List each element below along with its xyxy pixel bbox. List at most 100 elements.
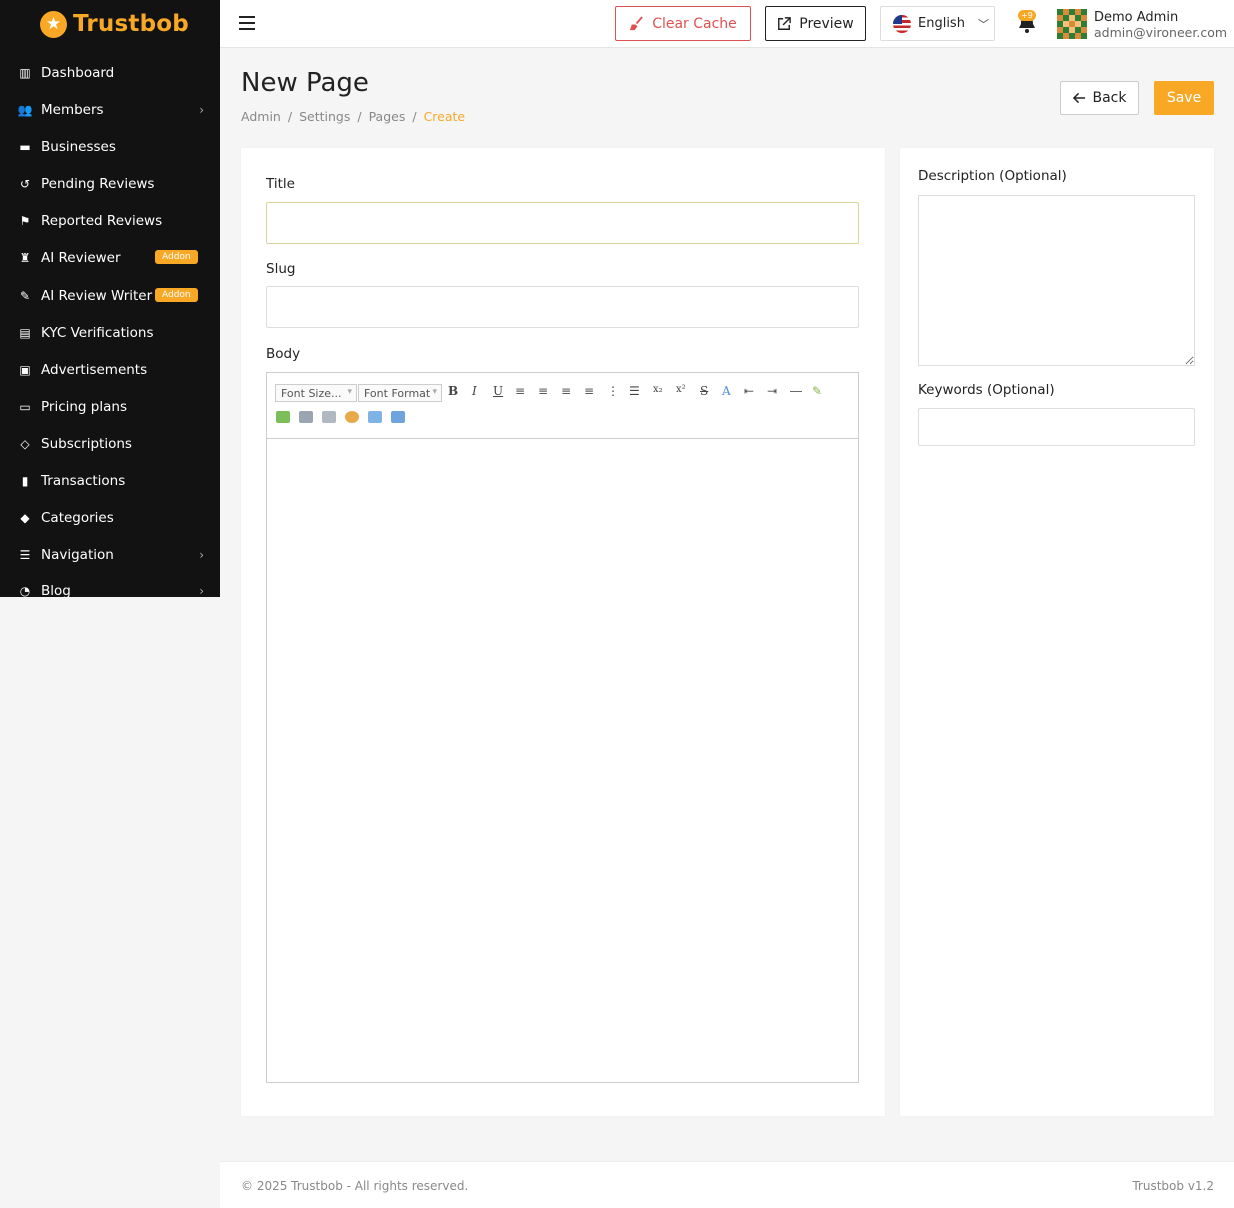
paste-text-icon[interactable] xyxy=(368,411,382,423)
keywords-input[interactable] xyxy=(918,408,1195,446)
description-textarea[interactable] xyxy=(918,195,1195,366)
user-email: admin@vironeer.com xyxy=(1094,25,1228,40)
sidebar-item-label: Navigation xyxy=(41,547,114,563)
users-icon: 👥 xyxy=(17,103,33,117)
list-icon: ☰ xyxy=(19,548,31,562)
horizontal-rule-icon[interactable]: ― xyxy=(790,384,802,398)
history-icon: ↺ xyxy=(19,177,31,191)
user-name[interactable]: Demo Admin xyxy=(1094,10,1178,25)
sidebar-item-kyc-verifications[interactable]: ▤ KYC Verifications xyxy=(0,318,220,348)
align-left-icon[interactable]: ≡ xyxy=(515,384,525,398)
sidebar-item-label: KYC Verifications xyxy=(41,325,154,341)
avatar-pixel xyxy=(1081,33,1087,39)
id-card-icon: ▤ xyxy=(19,326,31,340)
align-right-icon[interactable]: ≡ xyxy=(561,384,571,398)
sidebar-item-label: Advertisements xyxy=(41,362,148,378)
indent-icon[interactable]: ⇥ xyxy=(767,384,777,398)
version-text: Trustbob v1.2 xyxy=(1132,1179,1214,1193)
language-select[interactable]: English ﹀ xyxy=(880,6,995,41)
title-input[interactable] xyxy=(266,202,859,244)
ad-icon: ▣ xyxy=(19,363,31,377)
italic-icon[interactable]: I xyxy=(472,384,477,398)
sidebar-item-label: AI Review Writer xyxy=(41,288,153,304)
sidebar-item-ai-reviewer[interactable]: ♜ AI Reviewer Addon xyxy=(0,243,220,273)
rss-icon: ◔ xyxy=(19,584,31,597)
breadcrumb-settings[interactable]: Settings xyxy=(299,109,350,124)
font-format-placeholder: Font Format xyxy=(364,386,431,400)
editor-content-area[interactable] xyxy=(267,439,858,1083)
align-justify-icon[interactable]: ≡ xyxy=(584,384,594,398)
breadcrumb-admin[interactable]: Admin xyxy=(241,109,281,124)
external-link-icon xyxy=(778,16,792,30)
outdent-icon[interactable]: ⇤ xyxy=(744,384,754,398)
sidebar-item-label: Pending Reviews xyxy=(41,176,155,192)
star-icon: ★ xyxy=(40,10,67,38)
footer: © 2025 Trustbob - All rights reserved. T… xyxy=(220,1161,1234,1208)
unlink-icon[interactable] xyxy=(322,411,336,423)
sidebar-item-dashboard[interactable]: ▥ Dashboard xyxy=(0,58,220,88)
body-editor: Font Size... ▾ Font Format ▾ B I U ≡ ≡ ≡ ≡… xyxy=(266,372,859,1083)
menu-toggle-icon[interactable] xyxy=(239,16,255,30)
sidebar-item-members[interactable]: 👥 Members › xyxy=(0,95,220,125)
breadcrumb-current: Create xyxy=(423,109,466,124)
strikethrough-icon[interactable]: S xyxy=(700,384,708,398)
subscript-icon[interactable]: x₂ xyxy=(653,384,663,395)
pricing-icon: ▭ xyxy=(19,400,31,414)
align-center-icon[interactable]: ≡ xyxy=(538,384,548,398)
brand-name: Trustbob xyxy=(73,11,189,37)
breadcrumb-separator: / xyxy=(287,109,293,124)
sidebar-item-pricing-plans[interactable]: ▭ Pricing plans xyxy=(0,392,220,422)
broom-icon xyxy=(630,16,644,31)
editor-toolbar: Font Size... ▾ Font Format ▾ B I U ≡ ≡ ≡ ≡… xyxy=(267,373,858,439)
chevron-down-icon: ▾ xyxy=(432,387,437,397)
insert-image-icon[interactable] xyxy=(276,411,290,423)
link-icon[interactable] xyxy=(299,411,313,423)
slug-input[interactable] xyxy=(266,286,859,328)
color-palette-icon[interactable] xyxy=(345,411,359,423)
robot-icon: ♜ xyxy=(19,251,31,265)
tag-icon: ◆ xyxy=(20,511,30,525)
pencil-icon: ✎ xyxy=(19,289,31,303)
sidebar-item-transactions[interactable]: ▮ Transactions xyxy=(0,466,220,496)
breadcrumb-pages[interactable]: Pages xyxy=(369,109,406,124)
sidebar-item-ai-review-writer[interactable]: ✎ AI Review Writer Addon xyxy=(0,281,220,311)
ordered-list-icon[interactable]: ⋮ xyxy=(607,384,619,398)
sidebar-item-categories[interactable]: ◆ Categories xyxy=(0,503,220,533)
addon-badge: Addon xyxy=(155,288,198,302)
avatar[interactable] xyxy=(1057,9,1087,39)
unordered-list-icon[interactable]: ☰ xyxy=(629,384,640,398)
bold-icon[interactable]: B xyxy=(448,384,458,398)
flag-icon: ⚑ xyxy=(19,214,31,228)
edit-html-icon[interactable]: ✎ xyxy=(812,384,822,398)
save-button[interactable]: Save xyxy=(1154,81,1214,115)
page-title: New Page xyxy=(241,68,369,98)
language-label: English xyxy=(918,16,965,31)
font-format-select[interactable]: Font Format ▾ xyxy=(358,384,442,402)
chevron-down-icon: ▾ xyxy=(347,387,352,397)
keywords-label: Keywords (Optional) xyxy=(918,382,1055,398)
sidebar-item-businesses[interactable]: ▬ Businesses xyxy=(0,132,220,162)
underline-icon[interactable]: U xyxy=(493,384,503,398)
back-button[interactable]: Back xyxy=(1060,81,1139,115)
sidebar-item-reported-reviews[interactable]: ⚑ Reported Reviews xyxy=(0,206,220,236)
sidebar-item-label: AI Reviewer xyxy=(41,250,121,266)
sidebar-item-navigation[interactable]: ☰ Navigation › xyxy=(0,540,220,570)
body-label: Body xyxy=(266,346,301,362)
sidebar-item-pending-reviews[interactable]: ↺ Pending Reviews xyxy=(0,169,220,199)
remove-format-icon[interactable]: A xyxy=(722,384,731,398)
sidebar-item-blog[interactable]: ◔ Blog › xyxy=(0,576,220,597)
gem-icon: ◇ xyxy=(20,437,30,451)
preview-button[interactable]: Preview xyxy=(765,6,866,41)
clear-cache-button[interactable]: Clear Cache xyxy=(615,6,751,41)
source-code-icon[interactable] xyxy=(391,411,405,423)
sidebar-item-subscriptions[interactable]: ◇ Subscriptions xyxy=(0,429,220,459)
breadcrumb: Admin / Settings / Pages / Create xyxy=(241,109,465,124)
superscript-icon[interactable]: x² xyxy=(676,384,686,395)
font-size-select[interactable]: Font Size... ▾ xyxy=(275,384,357,402)
copyright-text: © 2025 Trustbob - All rights reserved. xyxy=(241,1179,469,1193)
sidebar-item-advertisements[interactable]: ▣ Advertisements xyxy=(0,355,220,385)
dashboard-icon: ▥ xyxy=(19,66,31,80)
brand-logo[interactable]: ★ Trustbob xyxy=(0,0,220,48)
page-form-card: Title Slug Body Font Size... ▾ Font Forma… xyxy=(241,148,885,1116)
briefcase-icon: ▬ xyxy=(19,140,31,154)
